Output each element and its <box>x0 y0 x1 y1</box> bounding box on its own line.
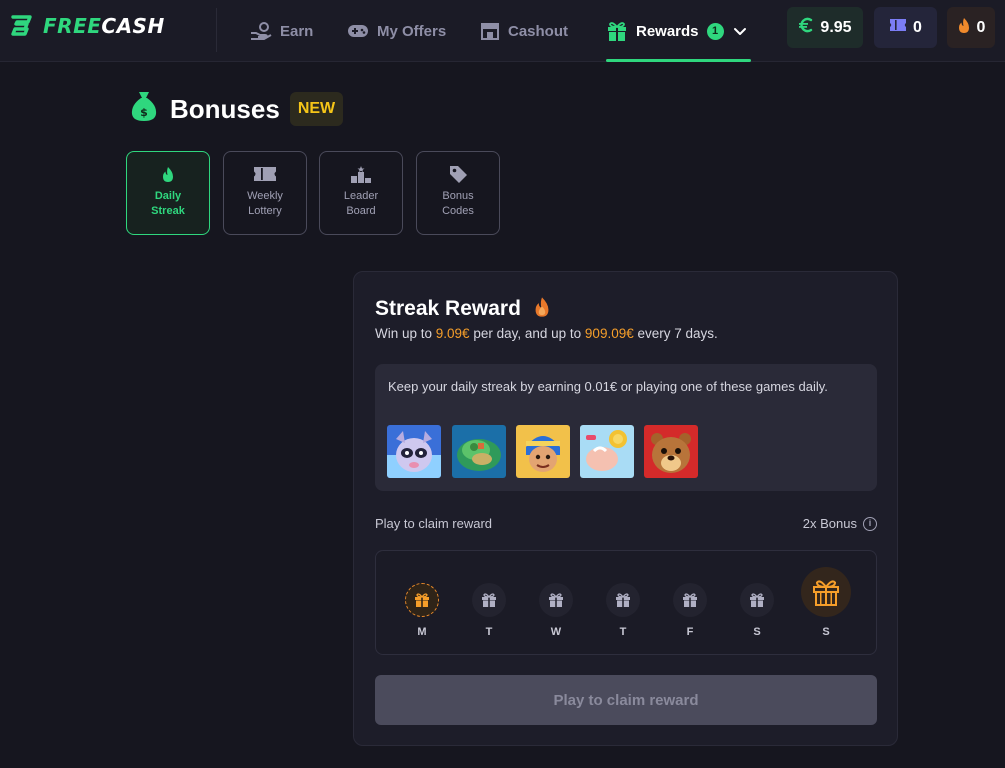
nav-cashout[interactable]: Cashout <box>480 0 568 62</box>
header-divider <box>216 8 217 52</box>
game-thumbnail[interactable] <box>644 425 698 478</box>
day-thursday: T <box>603 583 643 638</box>
tickets-pill[interactable]: 0 <box>874 7 937 48</box>
gift-icon <box>472 583 506 617</box>
game-thumbnail[interactable] <box>387 425 441 478</box>
info-icon[interactable]: i <box>863 516 877 531</box>
streak-games-text: Keep your daily streak by earning 0.01€ … <box>388 379 828 394</box>
day-saturday: S <box>737 583 777 638</box>
day-letter: T <box>485 626 493 638</box>
svg-text:$: $ <box>140 106 148 119</box>
play-to-claim-button[interactable]: Play to claim reward <box>375 675 877 725</box>
tab-label: Leader Board <box>343 190 379 217</box>
gift-icon <box>673 583 707 617</box>
flame-icon <box>161 164 175 184</box>
game-thumbnail[interactable] <box>516 425 570 478</box>
subtitle-text: per day, and up to <box>469 326 585 341</box>
tab-label: Weekly Lottery <box>247 190 283 217</box>
hand-coin-icon <box>250 22 272 40</box>
day-letter: S <box>753 626 761 638</box>
game-thumbnail[interactable] <box>452 425 506 478</box>
day-letter: W <box>550 626 562 638</box>
gift-icon <box>539 583 573 617</box>
tab-label: Daily Streak <box>151 190 185 217</box>
nav-earn-label: Earn <box>280 22 314 40</box>
ticket-icon <box>889 17 907 38</box>
per-week-amount: 909.09€ <box>584 326 634 341</box>
claim-label: Play to claim reward <box>375 516 493 531</box>
page-heading: $ Bonuses NEW <box>130 90 344 127</box>
nav-earn[interactable]: Earn <box>250 0 313 62</box>
balance-pill[interactable]: 9.95 <box>787 7 863 48</box>
flame-icon <box>533 296 551 323</box>
gift-icon <box>740 583 774 617</box>
ticket-icon <box>253 164 277 184</box>
day-monday: M <box>402 583 442 638</box>
bonus-info[interactable]: 2x Bonus i <box>803 516 877 531</box>
balance-value: 9.95 <box>820 18 852 36</box>
day-tuesday: T <box>469 583 509 638</box>
freecash-logo-icon <box>8 13 34 39</box>
tab-weekly-lottery[interactable]: Weekly Lottery <box>223 151 307 235</box>
nav-my-offers-label: My Offers <box>377 22 447 40</box>
streak-days-tracker: M T W T F S S <box>375 550 877 655</box>
new-badge: NEW <box>289 91 344 126</box>
streak-reward-title: Streak Reward <box>375 297 521 320</box>
card-heading: Streak Reward <box>375 295 551 323</box>
nav-cashout-label: Cashout <box>508 22 568 40</box>
flame-icon <box>957 17 971 39</box>
day-letter: T <box>619 626 627 638</box>
rewards-count-badge: 1 <box>706 22 724 40</box>
active-nav-indicator <box>606 59 751 62</box>
page-title: Bonuses <box>170 93 280 124</box>
tab-leader-board[interactable]: Leader Board <box>319 151 403 235</box>
gamepad-icon <box>347 23 369 39</box>
streak-reward-card: Streak Reward Win up to 9.09€ per day, a… <box>353 271 898 746</box>
tag-icon <box>448 164 468 184</box>
claim-row: Play to claim reward 2x Bonus i <box>375 516 877 534</box>
day-friday: F <box>670 583 710 638</box>
money-bag-icon: $ <box>130 90 158 127</box>
day-letter: F <box>686 626 694 638</box>
euro-icon <box>798 17 814 38</box>
game-thumbnail[interactable] <box>580 425 634 478</box>
nav-my-offers[interactable]: My Offers <box>347 0 446 62</box>
big-gift-icon <box>801 567 851 617</box>
streak-games-box: Keep your daily streak by earning 0.01€ … <box>375 364 877 491</box>
gift-icon <box>606 583 640 617</box>
store-icon <box>480 22 500 40</box>
day-sunday-bonus: S <box>801 567 851 638</box>
streak-reward-subtitle: Win up to 9.09€ per day, and up to 909.0… <box>375 326 718 341</box>
gift-icon <box>405 583 439 617</box>
tab-label: Bonus Codes <box>442 190 474 217</box>
day-letter: S <box>822 626 830 638</box>
tab-daily-streak[interactable]: Daily Streak <box>126 151 210 235</box>
streak-pill[interactable]: 0 <box>947 7 995 48</box>
day-wednesday: W <box>536 583 576 638</box>
nav-rewards[interactable]: Rewards 1 <box>606 0 748 62</box>
tab-bonus-codes[interactable]: Bonus Codes <box>416 151 500 235</box>
bonus-label: 2x Bonus <box>802 516 857 531</box>
top-bar: FREECASH Earn My Offers Cashout Rewards … <box>0 0 1005 62</box>
subtitle-text: Win up to <box>375 326 436 341</box>
streak-value: 0 <box>976 18 986 36</box>
subtitle-text: every 7 days. <box>633 326 718 341</box>
tickets-value: 0 <box>913 18 922 36</box>
day-letter: M <box>417 626 427 638</box>
nav-rewards-label: Rewards <box>636 22 699 40</box>
gift-icon <box>606 20 628 42</box>
per-day-amount: 9.09€ <box>435 326 470 341</box>
logo-wordmark: FREECASH <box>43 14 165 38</box>
podium-icon <box>350 164 372 184</box>
chevron-down-icon[interactable] <box>732 23 748 39</box>
freecash-logo[interactable]: FREECASH <box>8 13 165 39</box>
